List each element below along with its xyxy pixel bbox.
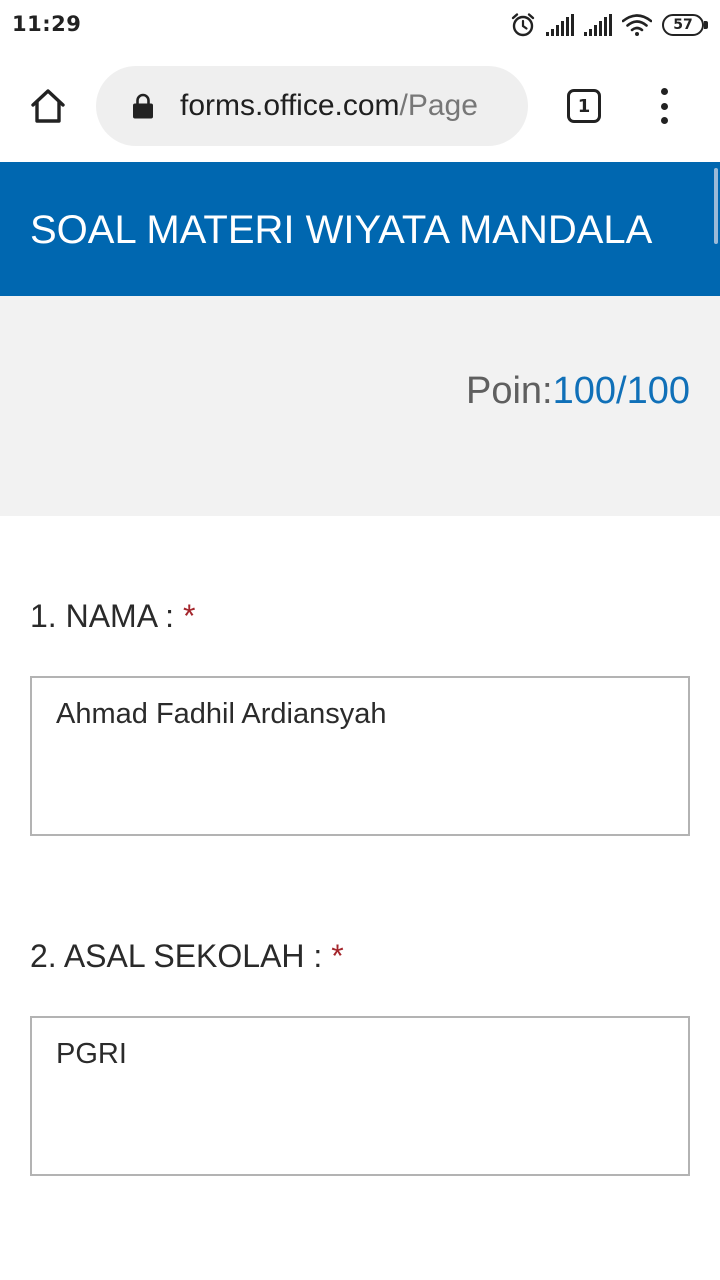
answer-text: PGRI [56, 1038, 127, 1070]
score: Poin:100/100 [466, 368, 690, 414]
status-bar: 11:29 57 [0, 0, 720, 52]
address-bar[interactable]: forms.office.com/Page [96, 66, 528, 146]
more-vert-icon[interactable] [644, 84, 684, 128]
scrollbar-thumb[interactable] [714, 168, 718, 244]
question-title: 2. ASAL SEKOLAH : * [30, 936, 690, 976]
answer-field[interactable]: PGRI [30, 1016, 690, 1176]
url-text: forms.office.com/Page [180, 87, 510, 125]
question-title: 1. NAMA : * [30, 596, 690, 636]
question-label: 2. ASAL SEKOLAH : [30, 938, 323, 974]
answer-field[interactable]: Ahmad Fadhil Ardiansyah [30, 676, 690, 836]
score-value: 100/100 [552, 370, 690, 412]
url-path: /Page [399, 89, 478, 122]
form-header: SOAL MATERI WIYATA MANDALA [0, 162, 720, 296]
url-domain: forms.office.com [180, 89, 400, 122]
wifi-icon [622, 14, 652, 36]
tabs-icon: 1 [567, 89, 601, 123]
question-1: 1. NAMA : * Ahmad Fadhil Ardiansyah [30, 596, 690, 836]
required-marker: * [331, 938, 344, 974]
alarm-icon [510, 12, 536, 38]
answer-text: Ahmad Fadhil Ardiansyah [56, 698, 387, 730]
form-title: SOAL MATERI WIYATA MANDALA [30, 208, 653, 252]
score-label: Poin: [466, 370, 553, 412]
score-section: Poin:100/100 [0, 296, 720, 516]
browser-toolbar: forms.office.com/Page 1 [0, 52, 720, 162]
status-icons: 57 [510, 10, 708, 40]
signal-icon [546, 14, 574, 36]
battery-level: 57 [662, 14, 704, 36]
question-label: 1. NAMA : [30, 598, 175, 634]
question-2: 2. ASAL SEKOLAH : * PGRI [30, 936, 690, 1176]
tab-switcher-button[interactable]: 1 [564, 86, 604, 126]
signal-icon [584, 14, 612, 36]
tab-count: 1 [577, 95, 591, 117]
battery-icon: 57 [662, 14, 708, 36]
required-marker: * [182, 598, 196, 634]
status-time: 11:29 [12, 12, 82, 36]
home-button[interactable] [24, 82, 72, 130]
lock-icon [133, 93, 153, 119]
home-icon [31, 89, 65, 123]
